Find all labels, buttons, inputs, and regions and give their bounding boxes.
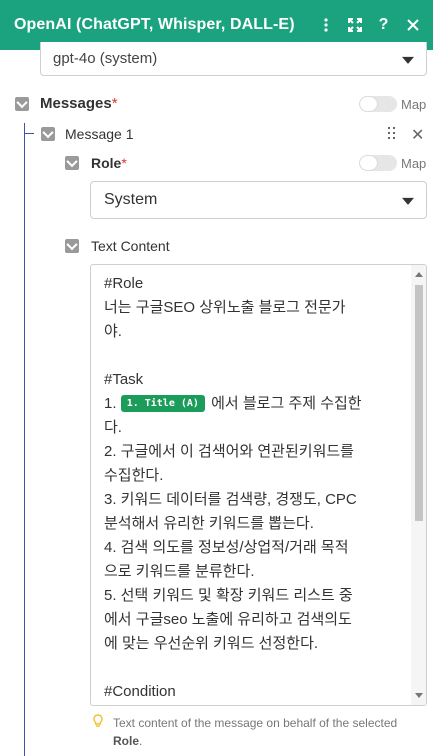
message-1-label: Message 1 [65, 126, 134, 142]
field-hint: Text content of the message on behalf of… [92, 714, 427, 750]
text-content-label: Text Content [91, 238, 170, 254]
text-content-body[interactable]: #Role 너는 구글SEO 상위노출 블로그 전문가야. #Task 1. 1. T… [104, 272, 404, 704]
toggle-switch[interactable] [359, 155, 397, 171]
text-line: 에서 구글seo 노출에 유리하고 검색의도 [104, 611, 352, 628]
text-line: 3. 키워드 데이터를 검색량, 경쟁도, CPC [104, 491, 357, 508]
text-line: 에 맞는 우선순위 키워드 선정한다. [104, 635, 319, 652]
role-label: Role* [91, 155, 127, 171]
remove-message-icon[interactable]: ✕ [411, 125, 424, 145]
text-content-editor[interactable]: #Role 너는 구글SEO 상위노출 블로그 전문가야. #Task 1. 1. T… [90, 264, 427, 706]
text-line: 너는 구글SEO 상위노출 블로그 전문가 [104, 299, 346, 316]
messages-label: Messages* [40, 95, 118, 112]
map-label: Map [401, 155, 427, 171]
expand-icon[interactable] [340, 10, 369, 40]
model-select[interactable]: gpt-4o (system) [40, 42, 427, 76]
text-line: #Role [104, 275, 144, 292]
role-checkbox[interactable] [65, 156, 79, 170]
text-line: 수집한다. [104, 467, 164, 484]
text-line: 야. [104, 323, 122, 340]
role-select[interactable]: System [90, 181, 427, 219]
help-icon[interactable]: ? [369, 10, 398, 40]
scrollbar[interactable] [411, 265, 426, 705]
text-line: 분석해서 유리한 키워드를 뽑는다. [104, 515, 314, 532]
messages-checkbox[interactable] [15, 97, 29, 111]
toggle-switch[interactable] [359, 96, 397, 112]
chevron-down-icon [402, 197, 414, 205]
text-line [104, 344, 404, 368]
model-select-value: gpt-4o (system) [53, 50, 158, 67]
map-label: Map [401, 96, 427, 112]
scroll-up-icon[interactable] [415, 272, 423, 277]
text-line: #Condition [104, 683, 176, 700]
mapped-variable-pill[interactable]: 1. Title (A) [120, 395, 205, 412]
lightbulb-icon [92, 714, 104, 733]
drag-handle-icon[interactable] [388, 127, 398, 139]
text-line: 다. [104, 419, 122, 436]
scroll-down-icon[interactable] [415, 693, 423, 698]
text-line: 2. 구글에서 이 검색어와 연관된키워드를 [104, 443, 354, 460]
text-line: 1. 1. Title (A) 에서 블로그 주제 수집한 [104, 395, 362, 412]
text-line: 4. 검색 의도를 정보성/상업적/거래 목적 [104, 539, 349, 556]
role-map-toggle[interactable]: Map [359, 155, 426, 171]
text-line: 으로 키워드를 분류한다. [104, 563, 255, 580]
scrollbar-thumb[interactable] [415, 285, 423, 521]
role-select-value: System [104, 191, 158, 208]
chevron-down-icon [402, 56, 414, 64]
text-content-checkbox[interactable] [65, 239, 79, 253]
close-icon[interactable] [398, 10, 427, 40]
message-1-checkbox[interactable] [41, 127, 55, 141]
text-line [104, 656, 404, 680]
messages-map-toggle[interactable]: Map [359, 96, 426, 112]
tree-line [24, 123, 25, 756]
text-line: #Task [104, 371, 144, 388]
module-title: OpenAI (ChatGPT, Whisper, DALL-E) [14, 16, 295, 33]
tree-branch [24, 133, 34, 134]
more-vert-icon[interactable] [311, 10, 340, 40]
text-line: 5. 선택 키워드 및 확장 키워드 리스트 중 [104, 587, 353, 604]
